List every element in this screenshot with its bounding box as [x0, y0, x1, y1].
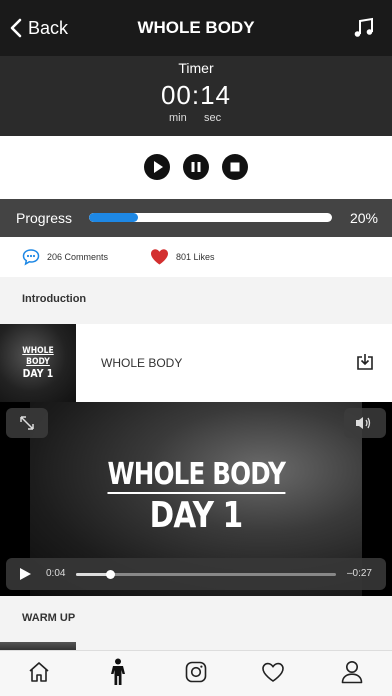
- stop-icon: [230, 162, 240, 172]
- video-thumbnail: [0, 642, 76, 650]
- list-item-intro[interactable]: WHOLE BODY DAY 1 WHOLE BODY: [0, 324, 392, 402]
- thumbnail-text: WHOLE BODY DAY 1: [11, 346, 65, 379]
- timer-label: Timer: [178, 60, 214, 76]
- video-title: WHOLE BODY DAY 1: [0, 458, 392, 536]
- social-bar: 206 Comments 801 Likes: [0, 237, 392, 277]
- home-icon: [29, 662, 49, 682]
- download-icon[interactable]: [356, 353, 374, 371]
- tab-workouts[interactable]: [103, 657, 133, 687]
- pause-button[interactable]: [183, 154, 209, 180]
- tab-favorites[interactable]: [258, 657, 288, 687]
- pause-icon: [191, 162, 201, 172]
- volume-button[interactable]: [344, 408, 386, 438]
- section-title: Introduction: [22, 293, 87, 305]
- video-scrubber-fill: [76, 573, 110, 576]
- expand-icon: [20, 416, 34, 430]
- progress-bar: [89, 213, 332, 222]
- progress-label: Progress: [16, 210, 73, 226]
- timer-panel: Timer 00:14 min sec: [0, 56, 392, 136]
- video-title-line-2: DAY 1: [149, 495, 243, 536]
- comments-count: 206 Comments: [47, 252, 109, 262]
- nav-bar: Back WHOLE BODY: [0, 0, 392, 56]
- video-scrubber-handle[interactable]: [105, 570, 115, 579]
- fullscreen-button[interactable]: [6, 408, 48, 438]
- tab-profile[interactable]: [337, 657, 367, 687]
- tab-home[interactable]: [24, 657, 54, 687]
- video-elapsed: 0:04: [46, 568, 66, 579]
- video-title-line-1: WHOLE BODY: [107, 457, 286, 494]
- stop-button[interactable]: [222, 154, 248, 180]
- list-item-title: WHOLE BODY: [101, 356, 183, 370]
- play-button[interactable]: [144, 154, 170, 180]
- section-header-warm-up: WARM UP: [0, 596, 392, 642]
- progress-fill: [89, 213, 138, 222]
- progress-panel: Progress 20%: [0, 199, 392, 237]
- thumbnail-line-1: WHOLE BODY: [22, 346, 54, 367]
- likes-count: 801 Likes: [176, 252, 215, 262]
- tab-bar: [0, 650, 392, 696]
- video-thumbnail: WHOLE BODY DAY 1: [0, 324, 76, 402]
- video-player[interactable]: WHOLE BODY DAY 1 0:04 –0:27: [0, 402, 392, 596]
- likes-button[interactable]: 801 Likes: [150, 248, 215, 266]
- chevron-left-icon: [10, 18, 22, 38]
- workout-controls: [0, 136, 392, 199]
- timer-min-label: min: [169, 112, 187, 124]
- video-scrubber[interactable]: [76, 570, 336, 579]
- play-icon: [154, 161, 163, 173]
- comment-bubble-icon: [22, 249, 40, 266]
- progress-percent: 20%: [349, 210, 378, 226]
- back-label: Back: [28, 17, 69, 38]
- thumbnail-line-2: DAY 1: [22, 367, 54, 380]
- back-button[interactable]: Back: [10, 14, 68, 42]
- music-note-icon[interactable]: [352, 16, 376, 40]
- tab-instagram[interactable]: [181, 657, 211, 687]
- instagram-icon: [185, 661, 207, 683]
- video-remaining: –0:27: [346, 568, 372, 579]
- play-icon[interactable]: [18, 567, 32, 581]
- comments-button[interactable]: 206 Comments: [22, 248, 108, 266]
- video-control-bar: 0:04 –0:27: [6, 558, 386, 590]
- section-title: WARM UP: [22, 612, 76, 624]
- user-icon: [341, 661, 363, 684]
- person-icon: [111, 658, 125, 685]
- timer-sec-label: sec: [204, 112, 222, 124]
- heart-filled-icon: [151, 249, 168, 265]
- timer-value: 00:14: [160, 80, 232, 110]
- speaker-icon: [356, 417, 371, 429]
- section-header-introduction: Introduction: [0, 277, 392, 323]
- heart-icon: [262, 662, 284, 682]
